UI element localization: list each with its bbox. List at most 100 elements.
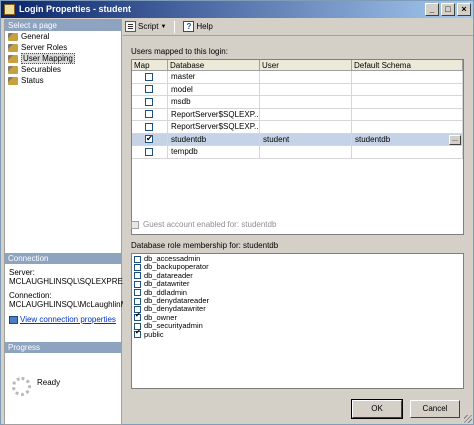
map-checkbox[interactable]: [145, 122, 153, 131]
role-membership-list: db_accessadmin db_backupoperator db_datare…: [131, 253, 464, 389]
page-item-label: Status: [21, 76, 44, 85]
role-checkbox[interactable]: [134, 255, 141, 263]
connection-info: Server: MCLAUGHLINSQL\SQLEXPRES Connecti…: [9, 268, 129, 324]
chevron-down-icon[interactable]: ▼: [160, 24, 166, 30]
table-row[interactable]: studentdbstudentstudentdb...: [132, 133, 463, 146]
properties-icon: [9, 315, 18, 324]
user-mapping-panel: Users mapped to this login: Map Database…: [123, 35, 473, 391]
role-membership-label: Database role membership for: studentdb: [131, 241, 279, 250]
table-row[interactable]: ReportServer$SQLEXP...: [132, 108, 463, 121]
guest-account-label: Guest account enabled for: studentdb: [143, 220, 277, 229]
column-header-database[interactable]: Database: [168, 60, 260, 70]
page-item-label: Securables: [21, 65, 62, 74]
browse-schema-button[interactable]: ...: [449, 134, 461, 145]
progress-header: Progress: [5, 342, 121, 353]
progress-status: Ready: [37, 378, 61, 387]
map-checkbox[interactable]: [145, 134, 153, 145]
page-item-label: User Mapping: [21, 53, 75, 64]
role-checkbox[interactable]: [134, 312, 141, 322]
map-checkbox[interactable]: [145, 147, 153, 156]
column-header-default-schema[interactable]: Default Schema: [352, 60, 463, 70]
grid-header: Map Database User Default Schema: [132, 60, 463, 71]
map-checkbox[interactable]: [145, 72, 153, 81]
server-value: MCLAUGHLINSQL\SQLEXPRES: [9, 277, 129, 286]
script-button[interactable]: Script ▼: [125, 21, 166, 32]
user-cell[interactable]: student: [260, 133, 352, 145]
column-header-user[interactable]: User: [260, 60, 352, 70]
table-row[interactable]: ReportServer$SQLEXP...: [132, 121, 463, 134]
toolbar: Script ▼ ? Help: [123, 19, 473, 34]
page-item-status[interactable]: Status: [5, 75, 121, 86]
database-cell: ReportServer$SQLEXP...: [168, 121, 260, 133]
role-checkbox[interactable]: [134, 329, 141, 339]
help-button[interactable]: ? Help: [183, 21, 213, 32]
page-item-server-roles[interactable]: Server Roles: [5, 42, 121, 53]
table-row[interactable]: tempdb: [132, 146, 463, 159]
schema-cell[interactable]: studentdb...: [352, 133, 463, 145]
user-mapping-grid: Map Database User Default Schema master m…: [131, 59, 464, 235]
wrench-icon: [8, 66, 18, 74]
list-item[interactable]: db_securityadmin: [132, 321, 463, 330]
role-label: public: [144, 329, 164, 339]
progress-spinner-icon: [12, 377, 31, 396]
list-item[interactable]: public: [132, 329, 463, 339]
role-checkbox[interactable]: [134, 264, 141, 272]
map-checkbox[interactable]: [145, 97, 153, 106]
toolbar-separator: [174, 20, 176, 33]
map-cell: [132, 96, 168, 108]
page-item-securables[interactable]: Securables: [5, 64, 121, 75]
map-checkbox[interactable]: [145, 85, 153, 94]
maximize-button[interactable]: □: [441, 3, 455, 16]
wrench-icon: [8, 55, 18, 63]
left-pane: Select a page General Server Roles User Ma…: [4, 19, 129, 425]
window-title: Login Properties - student: [19, 4, 132, 14]
role-checkbox[interactable]: [134, 272, 141, 280]
map-cell: [132, 133, 168, 145]
server-label: Server:: [9, 268, 35, 277]
role-checkbox[interactable]: [134, 297, 141, 305]
map-checkbox[interactable]: [145, 110, 153, 119]
table-row[interactable]: msdb: [132, 96, 463, 109]
map-cell: [132, 146, 168, 158]
column-header-map[interactable]: Map: [132, 60, 168, 70]
help-label: Help: [196, 22, 213, 31]
help-icon: ?: [183, 21, 195, 32]
title-bar[interactable]: Login Properties - student _ □ ×: [1, 1, 473, 18]
grid-body: master model msdb ReportServer$SQLEXP... Rep…: [132, 71, 463, 159]
user-cell: [260, 83, 352, 95]
role-checkbox[interactable]: [134, 280, 141, 288]
cancel-button[interactable]: Cancel: [410, 400, 460, 418]
database-cell: master: [168, 71, 260, 83]
list-item[interactable]: db_denydatawriter: [132, 304, 463, 313]
select-page-header: Select a page: [5, 20, 121, 31]
view-connection-properties-link[interactable]: View connection properties: [20, 315, 116, 324]
page-item-user-mapping[interactable]: User Mapping: [5, 53, 121, 64]
schema-cell: [352, 83, 463, 95]
wrench-icon: [8, 33, 18, 41]
connection-value: MCLAUGHLINSQL\McLaughlinM: [9, 300, 128, 309]
window-icon: [4, 4, 15, 15]
map-cell: [132, 71, 168, 83]
user-cell: [260, 146, 352, 158]
map-cell: [132, 121, 168, 133]
schema-cell: [352, 96, 463, 108]
ok-button[interactable]: OK: [351, 399, 403, 419]
database-cell: model: [168, 83, 260, 95]
view-connection-properties[interactable]: View connection properties: [9, 315, 121, 324]
role-checkbox[interactable]: [134, 289, 141, 297]
table-row[interactable]: master: [132, 71, 463, 84]
minimize-button[interactable]: _: [425, 3, 439, 16]
schema-cell: [352, 121, 463, 133]
resize-grip-icon[interactable]: [464, 415, 472, 423]
guest-account-checkbox: [131, 220, 139, 229]
page-item-general[interactable]: General: [5, 31, 121, 42]
page-list: General Server Roles User Mapping Securable…: [5, 31, 121, 86]
schema-value: studentdb: [355, 134, 391, 144]
map-cell: [132, 83, 168, 95]
wrench-icon: [8, 44, 18, 52]
close-button[interactable]: ×: [457, 3, 471, 16]
users-mapped-label: Users mapped to this login:: [131, 47, 228, 56]
table-row[interactable]: model: [132, 83, 463, 96]
database-cell: studentdb: [168, 133, 260, 145]
user-cell: [260, 96, 352, 108]
